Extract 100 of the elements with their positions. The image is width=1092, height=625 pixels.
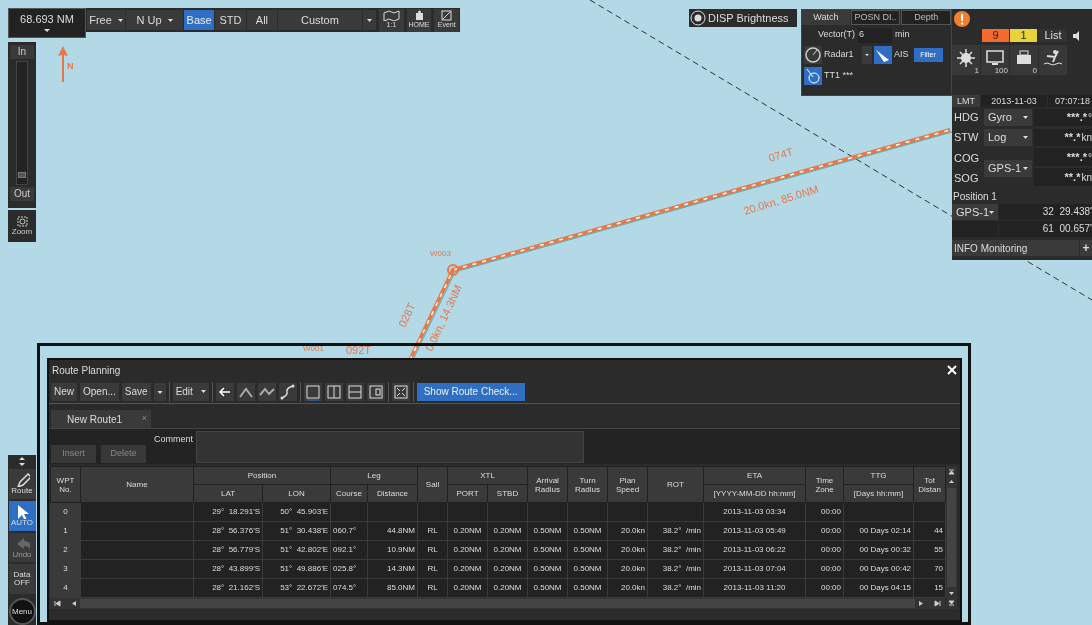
edit-dropdown[interactable]: Edit bbox=[172, 382, 209, 401]
caret-icon bbox=[989, 210, 994, 214]
alert-count[interactable]: 1 bbox=[1010, 29, 1037, 42]
tool-button[interactable]: Data OFF bbox=[8, 564, 36, 595]
ais-icon[interactable] bbox=[874, 46, 892, 64]
source-dropdown[interactable]: Gyro bbox=[984, 109, 1032, 126]
unit-label: ° bbox=[1088, 150, 1092, 165]
panel-tab[interactable]: Depth bbox=[901, 10, 951, 25]
toolbar-button[interactable]: Save bbox=[121, 382, 151, 401]
column-header: Name bbox=[80, 466, 194, 503]
scroll-down-icon[interactable] bbox=[948, 590, 956, 597]
brightness-button[interactable]: DISP Brightness bbox=[689, 9, 797, 27]
sensor-button[interactable]: 1 bbox=[952, 45, 980, 75]
chart-label: 028T bbox=[395, 301, 418, 329]
split-vertical-icon[interactable] bbox=[324, 382, 343, 401]
close-icon[interactable] bbox=[947, 365, 957, 375]
sensor-button[interactable]: 0 bbox=[1010, 45, 1038, 75]
caret-icon bbox=[44, 29, 50, 32]
delete-button[interactable]: Delete bbox=[101, 445, 146, 463]
info-monitoring-button[interactable]: INFO Monitoring bbox=[952, 240, 1079, 256]
split-horizontal-icon[interactable] bbox=[345, 382, 364, 401]
sensor-button[interactable]: 100 bbox=[981, 45, 1009, 75]
menu-button[interactable]: Menu bbox=[8, 598, 36, 625]
toolbar-button[interactable]: New bbox=[51, 382, 77, 401]
column-header: Time Zone bbox=[805, 466, 844, 503]
comment-label: Comment bbox=[154, 433, 193, 446]
panel-tab[interactable]: POSN DI.. bbox=[850, 10, 901, 25]
longitude-value: 61 00.657' bbox=[999, 221, 1092, 237]
vector-field[interactable]: 6 bbox=[858, 27, 892, 43]
scroll-top-icon[interactable] bbox=[948, 468, 956, 475]
column-header: ETA bbox=[703, 466, 806, 485]
add-button[interactable]: + bbox=[1080, 240, 1092, 256]
zigzag-icon[interactable] bbox=[257, 382, 276, 401]
toolbar-button[interactable]: Open... bbox=[80, 382, 119, 401]
chart-label: 074T bbox=[767, 145, 795, 164]
scroll-bottom-icon[interactable] bbox=[948, 600, 956, 607]
single-layout-icon[interactable] bbox=[303, 382, 322, 401]
zoom-in-button[interactable]: In bbox=[10, 45, 34, 59]
vertical-scrollbar[interactable] bbox=[946, 466, 958, 609]
time-reference[interactable]: LMT bbox=[952, 95, 980, 107]
column-header: Position bbox=[193, 466, 331, 485]
show-route-check-button[interactable]: Show Route Check... bbox=[416, 382, 525, 401]
caret-icon[interactable] bbox=[153, 382, 166, 401]
route-shape-icon[interactable] bbox=[236, 382, 255, 401]
map-icon bbox=[381, 9, 401, 21]
display-mode-tab[interactable]: All bbox=[246, 10, 278, 30]
latitude-value: 32 29.438' bbox=[999, 204, 1092, 220]
list-button[interactable]: List bbox=[1039, 29, 1067, 42]
column-header: TTG bbox=[843, 466, 914, 485]
monitor-icon bbox=[985, 48, 1005, 68]
row-label: COG bbox=[954, 150, 981, 166]
sun-icon bbox=[956, 48, 976, 68]
chart-label: 092T bbox=[346, 344, 372, 356]
caret-icon[interactable] bbox=[362, 10, 376, 30]
waypoint-marker[interactable] bbox=[447, 264, 459, 276]
display-mode-tab[interactable]: STD bbox=[215, 10, 246, 30]
comment-field[interactable] bbox=[196, 431, 584, 463]
zoom-out-button[interactable]: Out bbox=[10, 187, 34, 201]
scroll-right-icon[interactable] bbox=[917, 600, 924, 607]
panel-tab[interactable]: Watch bbox=[802, 10, 850, 25]
dropdown[interactable]: N Up bbox=[126, 10, 183, 30]
range-selector[interactable]: 68.693 NM bbox=[8, 8, 86, 38]
route-tab[interactable]: New Route1 × bbox=[51, 410, 151, 428]
display-mode-tab[interactable]: Base bbox=[183, 10, 215, 30]
zoom-button[interactable]: Zoom bbox=[8, 210, 36, 242]
column-header: WPT No. bbox=[50, 466, 81, 503]
column-header: Turn Radius bbox=[567, 466, 608, 503]
scroll-left-icon[interactable] bbox=[71, 600, 78, 607]
tool-button[interactable]: Route bbox=[8, 468, 36, 499]
fullscreen-icon[interactable] bbox=[391, 382, 410, 401]
source-dropdown[interactable]: GPS-1 bbox=[952, 204, 998, 220]
row-label: STW bbox=[953, 130, 980, 146]
first-page-icon[interactable] bbox=[54, 600, 61, 607]
curve-icon[interactable] bbox=[278, 382, 297, 401]
ais-label: AIS bbox=[894, 48, 909, 62]
target-icon[interactable] bbox=[804, 67, 822, 85]
caret-icon bbox=[1023, 136, 1028, 139]
unit-label: kn bbox=[1081, 170, 1092, 185]
source-dropdown[interactable]: Log bbox=[984, 129, 1032, 146]
dropdown[interactable]: Free bbox=[87, 10, 125, 30]
row-label: SOG bbox=[954, 170, 980, 186]
alert-icon bbox=[954, 11, 970, 27]
unit-label: kn bbox=[1081, 131, 1092, 145]
source-dropdown[interactable]: GPS-1 bbox=[984, 159, 1032, 177]
chart-label: 20.0kn, 85.0NM bbox=[742, 182, 820, 217]
zoom-slider-track[interactable] bbox=[16, 61, 28, 185]
zoom-slider-thumb[interactable] bbox=[18, 172, 26, 179]
last-page-icon[interactable] bbox=[934, 600, 941, 607]
sensor-value: ***.* bbox=[1066, 149, 1087, 165]
horizontal-scrollbar[interactable] bbox=[50, 598, 945, 609]
scroll-up-icon[interactable] bbox=[948, 478, 956, 485]
unit-label: min bbox=[895, 28, 910, 42]
tool-button[interactable]: AUTO bbox=[8, 500, 36, 531]
panel-layout-icon[interactable] bbox=[366, 382, 385, 401]
zoom-icon bbox=[16, 216, 28, 227]
sensor-button[interactable] bbox=[1039, 45, 1067, 75]
radar-icon[interactable] bbox=[804, 46, 822, 64]
column-header: ROT bbox=[647, 466, 704, 503]
chart-label: W003 bbox=[430, 249, 451, 258]
alert-count[interactable]: 9 bbox=[982, 29, 1009, 42]
